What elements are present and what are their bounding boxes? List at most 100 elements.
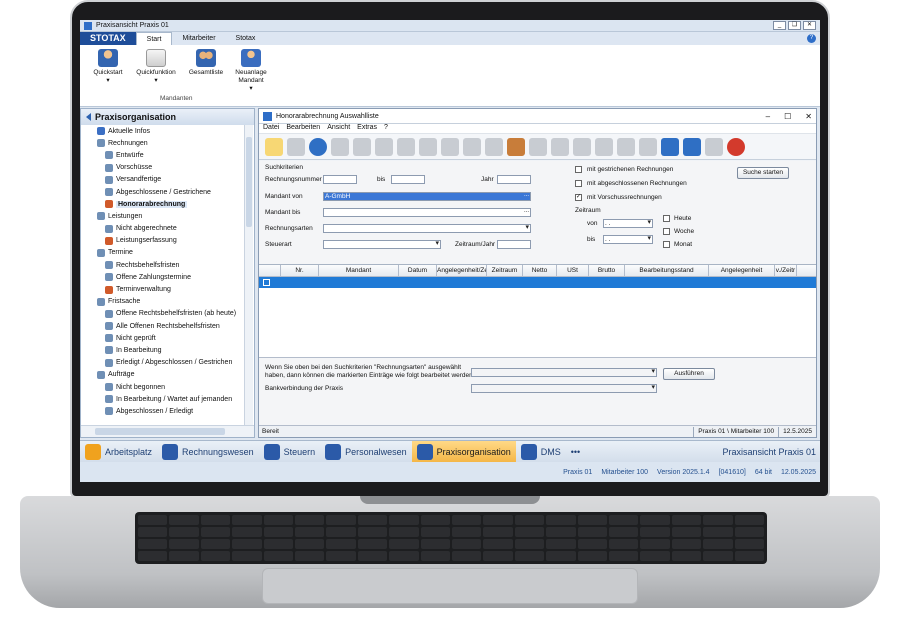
scroll-thumb[interactable] bbox=[95, 428, 225, 435]
tab-start[interactable]: Start bbox=[135, 32, 173, 45]
mail-icon[interactable] bbox=[463, 137, 481, 156]
export-icon[interactable] bbox=[419, 137, 437, 156]
zeitraum-jahr-input[interactable] bbox=[497, 240, 531, 249]
rechnungsnummer-to-input[interactable] bbox=[391, 175, 425, 184]
column-header[interactable]: Datum bbox=[399, 265, 437, 276]
sidebar-item[interactable]: Versandfertige bbox=[83, 174, 244, 186]
delete-icon[interactable] bbox=[375, 137, 393, 156]
abgeschlossen-checkbox[interactable] bbox=[575, 180, 582, 187]
sidebar-item[interactable]: Abgeschlossene / Gestrichene bbox=[83, 186, 244, 198]
collapse-icon[interactable] bbox=[86, 113, 91, 121]
mandant-bis-browse-button[interactable]: ... bbox=[524, 208, 529, 215]
column-header[interactable]: v./Zeitr bbox=[775, 265, 797, 276]
column-header[interactable]: USt bbox=[557, 265, 589, 276]
rechnungsnummer-from-input[interactable] bbox=[323, 175, 357, 184]
save-icon[interactable] bbox=[331, 137, 349, 156]
sidebar-vscrollbar[interactable] bbox=[244, 125, 253, 425]
menu-ansicht[interactable]: Ansicht bbox=[327, 124, 350, 133]
mandant-bis-input[interactable]: ... bbox=[323, 208, 531, 217]
rechnungsarten-select[interactable] bbox=[323, 224, 531, 233]
tab-stotax[interactable]: Stotax bbox=[226, 32, 266, 45]
suche-starten-button[interactable]: Suche starten bbox=[737, 167, 789, 179]
ausfuehren-button[interactable]: Ausführen bbox=[663, 368, 715, 380]
restore-button[interactable]: ❑ bbox=[788, 21, 801, 30]
menu-datei[interactable]: Datei bbox=[263, 124, 279, 133]
bank-select[interactable] bbox=[471, 384, 657, 393]
column-header[interactable]: Angelegenheit/Zeitraum bbox=[437, 265, 487, 276]
menu-help[interactable]: ? bbox=[384, 124, 388, 133]
tab-mitarbeiter[interactable]: Mitarbeiter bbox=[172, 32, 225, 45]
sidebar-item[interactable]: Honorarabrechnung bbox=[83, 198, 244, 210]
mandant-von-input[interactable]: A-GmbH ... bbox=[323, 192, 531, 201]
column-header[interactable] bbox=[259, 265, 281, 276]
column-header[interactable]: Bearbeitungsstand bbox=[625, 265, 709, 276]
stotax-logo[interactable]: STOTAX bbox=[80, 32, 136, 45]
vorschuss-checkbox[interactable]: ✓ bbox=[575, 194, 582, 201]
sidebar-item[interactable]: Terminverwaltung bbox=[83, 283, 244, 295]
print-icon[interactable] bbox=[397, 137, 415, 156]
pin-icon[interactable] bbox=[287, 137, 305, 156]
sidebar-item[interactable]: Nicht geprüft bbox=[83, 332, 244, 344]
edit-icon[interactable] bbox=[529, 137, 547, 156]
details-icon[interactable] bbox=[683, 137, 701, 156]
child-close-button[interactable]: ✕ bbox=[805, 112, 812, 121]
minimize-button[interactable]: _ bbox=[773, 21, 786, 30]
heute-checkbox[interactable] bbox=[663, 215, 670, 222]
nav-item[interactable]: Personalwesen bbox=[320, 441, 412, 463]
sidebar-item[interactable]: Erledigt / Abgeschlossen / Gestrichen bbox=[83, 357, 244, 369]
menu-bearbeiten[interactable]: Bearbeiten bbox=[286, 124, 320, 133]
preview-icon[interactable] bbox=[661, 137, 679, 156]
archive-icon[interactable] bbox=[705, 137, 723, 156]
jahr-input[interactable] bbox=[497, 175, 531, 184]
sidebar-item[interactable]: Rechnungen bbox=[83, 137, 244, 149]
sidebar-item[interactable]: Leistungen bbox=[83, 210, 244, 222]
steuerart-select[interactable] bbox=[323, 240, 441, 249]
cancel-icon[interactable] bbox=[617, 137, 635, 156]
column-header[interactable]: Brutto bbox=[589, 265, 625, 276]
sidebar-item[interactable]: Termine bbox=[83, 247, 244, 259]
child-minimize-button[interactable]: – bbox=[766, 112, 770, 121]
sidebar-item[interactable]: Abgeschlossen / Erledigt bbox=[83, 405, 244, 417]
menu-extras[interactable]: Extras bbox=[357, 124, 377, 133]
date-from-picker[interactable]: . . bbox=[603, 219, 653, 228]
sidebar-item[interactable]: Nicht begonnen bbox=[83, 381, 244, 393]
help-icon[interactable] bbox=[727, 137, 745, 156]
column-header[interactable]: Nr. bbox=[281, 265, 319, 276]
sidebar-item[interactable]: Nicht abgerechnete bbox=[83, 223, 244, 235]
sidebar-item[interactable]: Fristsache bbox=[83, 296, 244, 308]
nav-item[interactable]: Rechnungswesen bbox=[157, 441, 259, 463]
sidebar-item[interactable]: Aufträge bbox=[83, 369, 244, 381]
table-row[interactable] bbox=[259, 277, 816, 288]
new-icon[interactable] bbox=[265, 137, 283, 156]
woche-checkbox[interactable] bbox=[663, 228, 670, 235]
sidebar-item[interactable]: Alle Offenen Rechtsbehelfsfristen bbox=[83, 320, 244, 332]
copy-icon[interactable] bbox=[353, 137, 371, 156]
column-header[interactable]: Mandant bbox=[319, 265, 399, 276]
sidebar-item[interactable]: In Bearbeitung bbox=[83, 344, 244, 356]
neuanlage-mandant-button[interactable]: Neuanlage Mandant ▾ bbox=[230, 49, 272, 93]
nav-item[interactable]: Steuern bbox=[259, 441, 321, 463]
sidebar-item[interactable]: In Bearbeitung / Wartet auf jemanden bbox=[83, 393, 244, 405]
quickfunktion-button[interactable]: Quickfunktion ▾ bbox=[132, 49, 180, 85]
monat-checkbox[interactable] bbox=[663, 241, 670, 248]
gesamtliste-button[interactable]: Gesamtliste bbox=[184, 49, 228, 77]
sidebar-item[interactable]: Entwürfe bbox=[83, 149, 244, 161]
mandant-von-browse-button[interactable]: ... bbox=[524, 192, 529, 199]
help-icon[interactable]: ? bbox=[807, 34, 816, 43]
move-icon[interactable] bbox=[551, 137, 569, 156]
sidebar-hscrollbar[interactable] bbox=[81, 425, 254, 437]
sidebar-item[interactable]: Offene Rechtsbehelfsfristen (ab heute) bbox=[83, 308, 244, 320]
sidebar-item[interactable]: Leistungserfassung bbox=[83, 235, 244, 247]
nav-item[interactable]: ••• bbox=[566, 441, 585, 463]
date-to-picker[interactable]: . . bbox=[603, 235, 653, 244]
sidebar-item[interactable]: Aktuelle Infos bbox=[83, 125, 244, 137]
row-checkbox[interactable] bbox=[263, 279, 270, 286]
nav-item[interactable]: Praxisorganisation bbox=[411, 440, 516, 463]
info-icon[interactable] bbox=[309, 137, 327, 156]
nav-item[interactable]: DMS bbox=[516, 441, 566, 463]
sidebar-item[interactable]: Vorschüsse bbox=[83, 162, 244, 174]
column-header[interactable]: Angelegenheit bbox=[709, 265, 775, 276]
import-icon[interactable] bbox=[441, 137, 459, 156]
approve-icon[interactable] bbox=[595, 137, 613, 156]
gestrichen-checkbox[interactable] bbox=[575, 166, 582, 173]
